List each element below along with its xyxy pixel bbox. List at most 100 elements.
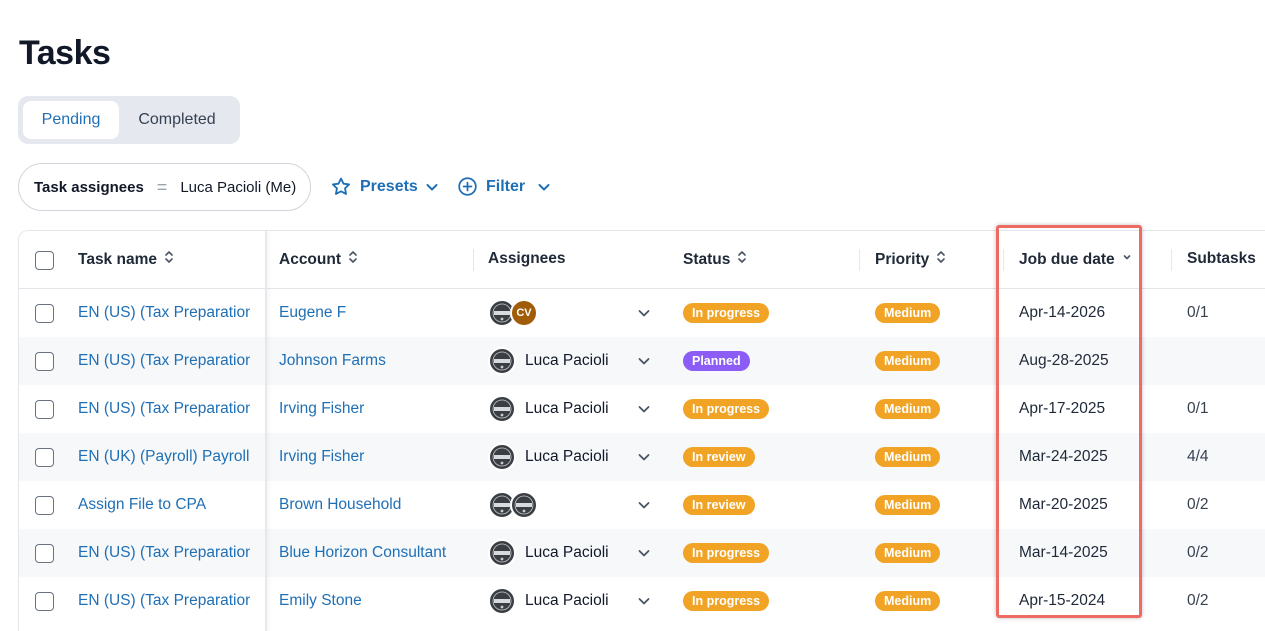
avatar-stack: [488, 395, 516, 423]
status-badge: Planned: [683, 351, 750, 371]
table-row[interactable]: Assign File to CPA Brown Household In revi…: [19, 481, 1265, 529]
account-link[interactable]: Irving Fisher: [279, 385, 364, 433]
table-row[interactable]: EN (US) (Tax Preparation) Eugene F CV In pr…: [19, 289, 1265, 337]
job-due-date: Apr-15-2024: [1019, 592, 1106, 609]
chevron-down-icon[interactable]: [637, 481, 651, 529]
assignees-cell: CV: [488, 289, 547, 337]
task-name-link[interactable]: Assign File to CPA: [78, 481, 250, 529]
status-tabs: Pending Completed: [18, 96, 240, 144]
account-link[interactable]: Eugene F: [279, 289, 346, 337]
task-name-link[interactable]: EN (US) (Tax Preparation): [78, 337, 250, 385]
col-job-due-date-label: Job due date: [1019, 250, 1115, 268]
assignees-cell: Luca Pacioli: [488, 337, 609, 385]
avatar-stack: CV: [488, 299, 538, 327]
col-job-due-date[interactable]: Job due date: [1019, 250, 1132, 269]
priority-cell: Medium: [875, 337, 941, 385]
avatar-stack: [488, 347, 516, 375]
subtasks-count: 0/2: [1187, 496, 1209, 513]
table-header: Task name Account Assignees Status Prior…: [19, 231, 1265, 289]
account-link[interactable]: Emily Stone: [279, 577, 362, 625]
sort-updown-icon: [164, 250, 174, 269]
col-account[interactable]: Account: [279, 250, 358, 269]
col-priority-label: Priority: [875, 250, 930, 268]
avatar: [488, 539, 516, 567]
avatar: CV: [510, 299, 538, 327]
task-name-link[interactable]: EN (US) (Tax Preparation): [78, 289, 250, 337]
row-checkbox[interactable]: [35, 399, 54, 419]
avatar: [488, 443, 516, 471]
chevron-down-icon[interactable]: [637, 577, 651, 625]
status-badge: In progress: [683, 303, 770, 323]
tab-completed[interactable]: Completed: [119, 101, 235, 139]
col-status[interactable]: Status: [683, 250, 747, 269]
table-row[interactable]: EN (US) (Tax Preparation) Johnson Farms Lu…: [19, 337, 1265, 385]
select-all-checkbox[interactable]: [35, 250, 54, 270]
status-badge: In progress: [683, 591, 770, 611]
account-link[interactable]: Irving Fisher: [279, 433, 364, 481]
row-checkbox[interactable]: [35, 495, 54, 515]
col-task-name-label: Task name: [78, 250, 157, 268]
sort-updown-icon: [348, 250, 358, 269]
filter-button[interactable]: Filter: [457, 176, 551, 197]
assignees-cell: Luca Pacioli: [488, 577, 609, 625]
avatar: [488, 395, 516, 423]
table-row[interactable]: EN (US) (Tax Preparation) Emily Stone Luca…: [19, 577, 1265, 625]
priority-cell: Medium: [875, 481, 941, 529]
chevron-down-icon[interactable]: [637, 337, 651, 385]
account-link[interactable]: Brown Household: [279, 481, 401, 529]
priority-cell: Medium: [875, 577, 941, 625]
chevron-down-icon[interactable]: [637, 433, 651, 481]
table-row[interactable]: EN (US) (Tax Preparation) Irving Fisher Lu…: [19, 385, 1265, 433]
priority-badge: Medium: [875, 351, 941, 371]
row-checkbox[interactable]: [35, 303, 54, 323]
col-subtasks: Subtasks: [1187, 250, 1256, 268]
col-task-name[interactable]: Task name: [78, 250, 174, 269]
row-checkbox[interactable]: [35, 543, 54, 563]
row-checkbox[interactable]: [35, 351, 54, 371]
chevron-down-icon: [537, 180, 551, 194]
status-cell: In review: [683, 481, 755, 529]
subtasks-count: 0/2: [1187, 592, 1209, 609]
job-due-date: Mar-14-2025: [1019, 544, 1108, 561]
subtasks-count: 0/1: [1187, 400, 1209, 417]
status-badge: In progress: [683, 399, 770, 419]
priority-badge: Medium: [875, 303, 941, 323]
col-status-label: Status: [683, 250, 731, 268]
filter-label: Filter: [486, 177, 526, 195]
chevron-down-icon[interactable]: [637, 529, 651, 577]
row-checkbox[interactable]: [35, 591, 54, 611]
avatar: [510, 491, 538, 519]
chevron-down-icon[interactable]: [637, 289, 651, 337]
tab-pending[interactable]: Pending: [23, 101, 119, 139]
subtasks-count: 4/4: [1187, 448, 1209, 465]
presets-label: Presets: [360, 178, 418, 195]
status-cell: In progress: [683, 529, 770, 577]
table-row[interactable]: EN (US) (Tax Preparation) Blue Horizon Co…: [19, 529, 1265, 577]
chevron-down-icon[interactable]: [637, 385, 651, 433]
status-cell: In progress: [683, 385, 770, 433]
priority-badge: Medium: [875, 447, 941, 467]
priority-cell: Medium: [875, 433, 941, 481]
sort-down-icon: [1122, 250, 1132, 269]
avatar: [488, 587, 516, 615]
column-divider: [859, 249, 860, 271]
account-link[interactable]: Blue Horizon Consultant: [279, 529, 446, 577]
task-name-link[interactable]: EN (US) (Tax Preparation): [78, 385, 250, 433]
table-row[interactable]: EN (UK) (Payroll) Payroll - Irving Fisher…: [19, 433, 1265, 481]
task-name-link[interactable]: EN (US) (Tax Preparation): [78, 529, 250, 577]
col-priority[interactable]: Priority: [875, 250, 946, 269]
tasks-table: Task name Account Assignees Status Prior…: [18, 230, 1265, 631]
status-cell: In review: [683, 433, 755, 481]
task-name-link[interactable]: EN (UK) (Payroll) Payroll -: [78, 433, 250, 481]
filter-value: Luca Pacioli (Me): [180, 178, 297, 196]
presets-button[interactable]: Presets: [330, 176, 439, 198]
account-link[interactable]: Johnson Farms: [279, 337, 386, 385]
row-checkbox-cell: [35, 289, 54, 337]
avatar-stack: [488, 539, 516, 567]
priority-badge: Medium: [875, 399, 941, 419]
assignee-name: Luca Pacioli: [525, 400, 609, 417]
task-name-link[interactable]: EN (US) (Tax Preparation): [78, 577, 250, 625]
row-checkbox[interactable]: [35, 447, 54, 467]
task-assignees-filter-chip[interactable]: Task assignees = Luca Pacioli (Me): [18, 163, 311, 211]
priority-badge: Medium: [875, 591, 941, 611]
